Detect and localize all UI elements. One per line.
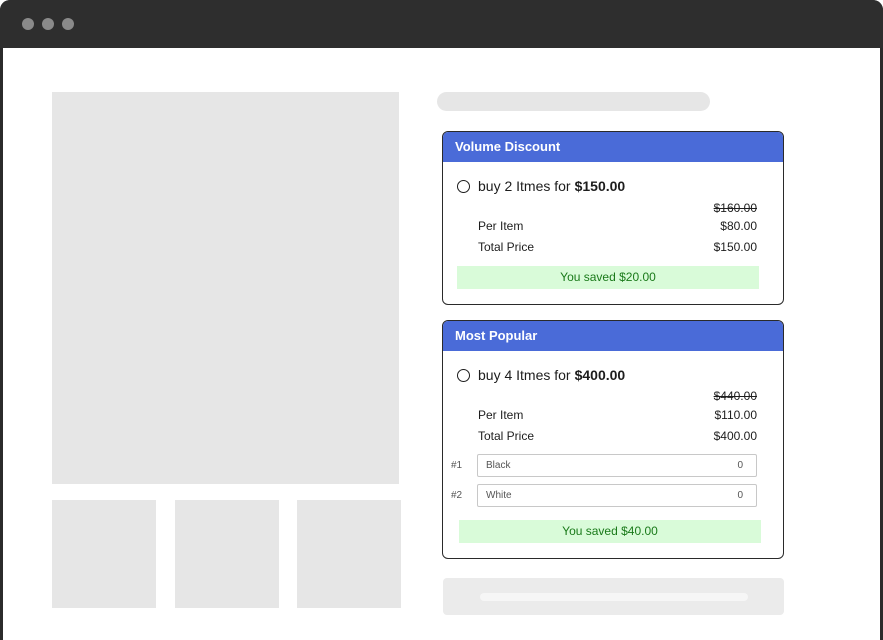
page-content: Volume Discount buy 2 Itmes for $150.00 … [3,48,880,640]
offer-text: buy 2 Itmes for [478,178,571,194]
radio-button[interactable] [457,368,470,382]
close-dot[interactable] [22,18,34,30]
offer-option[interactable]: buy 2 Itmes for $150.00 [457,178,625,194]
original-price: $160.00 [713,201,757,215]
total-price-value: $400.00 [713,429,757,443]
product-image-placeholder [52,92,399,484]
thumbnail-3[interactable] [297,500,401,608]
product-title-placeholder [437,92,710,111]
savings-banner: You saved $20.00 [457,266,759,289]
minimize-dot[interactable] [42,18,54,30]
variant-select-1[interactable]: Black 0 [477,454,757,477]
add-to-cart-button-placeholder[interactable] [443,578,784,615]
offer-price: $150.00 [574,178,626,194]
offer-card-most-popular: Most Popular buy 4 Itmes for $400.00 $44… [442,320,784,559]
maximize-dot[interactable] [62,18,74,30]
offer-text: buy 4 Itmes for [478,367,571,383]
browser-window: Volume Discount buy 2 Itmes for $150.00 … [0,0,883,640]
variant-name: White [486,490,512,501]
total-price-row: Total Price $150.00 [478,240,757,254]
variant-qty: 0 [737,460,743,471]
offer-header: Most Popular [443,321,783,351]
button-label-placeholder [480,593,748,601]
per-item-label: Per Item [478,219,524,233]
per-item-row: Per Item $80.00 [478,219,757,233]
original-price: $440.00 [713,389,757,403]
offer-option[interactable]: buy 4 Itmes for $400.00 [457,367,625,383]
savings-banner: You saved $40.00 [459,520,761,543]
thumbnail-1[interactable] [52,500,156,608]
total-price-row: Total Price $400.00 [478,429,757,443]
total-price-value: $150.00 [713,240,757,254]
offer-card-volume-discount: Volume Discount buy 2 Itmes for $150.00 … [442,131,784,305]
total-price-label: Total Price [478,429,535,443]
total-price-label: Total Price [478,240,535,254]
per-item-value: $80.00 [720,219,757,233]
variant-name: Black [486,460,511,471]
per-item-label: Per Item [478,408,524,422]
offer-price: $400.00 [574,367,626,383]
variant-index: #1 [451,460,463,471]
radio-button[interactable] [457,179,470,193]
window-titlebar [0,0,883,48]
variant-select-2[interactable]: White 0 [477,484,757,507]
variant-index: #2 [451,490,463,501]
variant-qty: 0 [737,490,743,501]
per-item-row: Per Item $110.00 [478,408,757,422]
per-item-value: $110.00 [714,408,758,422]
thumbnail-2[interactable] [175,500,279,608]
offer-header: Volume Discount [443,132,783,162]
